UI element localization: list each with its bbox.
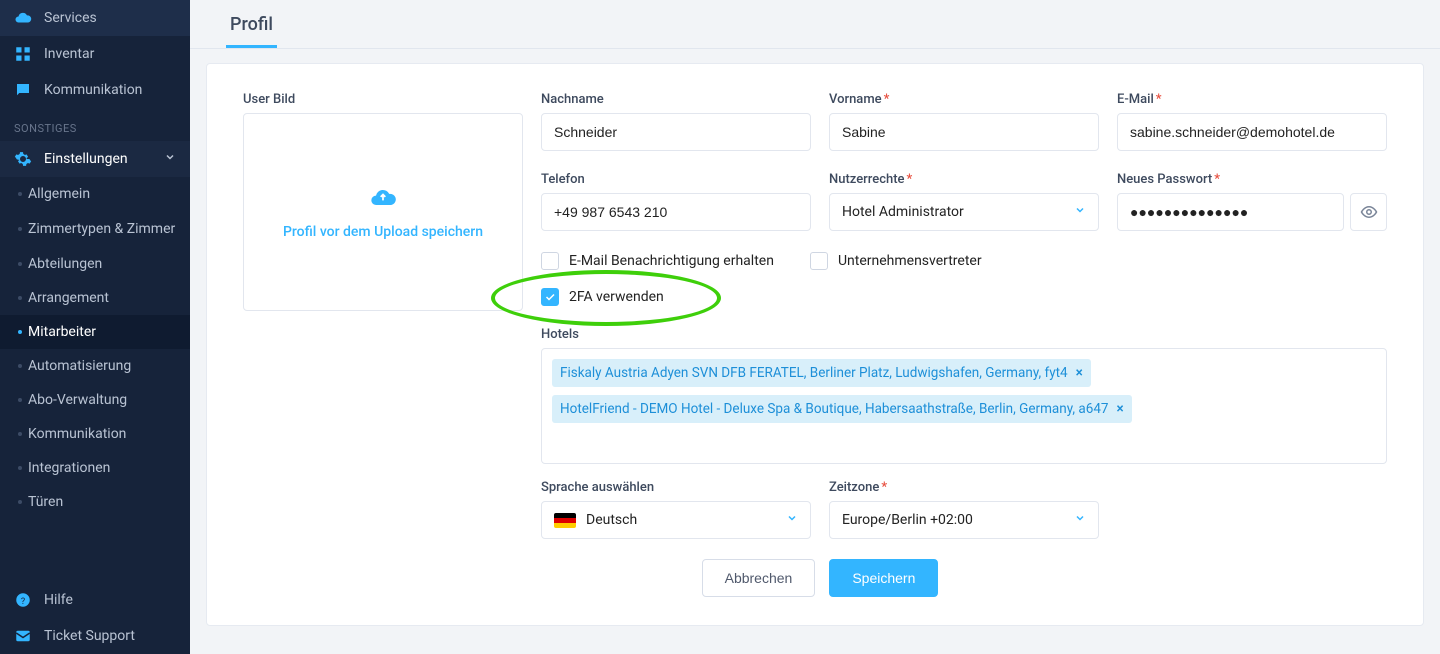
sidebar-item-label: Abteilungen <box>28 256 102 272</box>
chevron-down-icon <box>164 151 176 167</box>
sidebar-item-kommunikation[interactable]: Kommunikation <box>0 72 190 108</box>
sidebar-sub-tueren[interactable]: Türen <box>0 485 190 519</box>
password-input[interactable] <box>1117 193 1344 231</box>
lastname-label: Nachname <box>541 92 811 107</box>
timezone-label: Zeitzone* <box>829 480 1099 495</box>
hotel-tag: Fiskaly Austria Adyen SVN DFB FERATEL, B… <box>552 359 1091 387</box>
user-image-label: User Bild <box>243 92 523 107</box>
sidebar-item-label: Zimmertypen & Zimmer <box>28 220 175 238</box>
sidebar-item-label: Mitarbeiter <box>28 324 96 340</box>
sidebar-sub-kommunikation[interactable]: Kommunikation <box>0 417 190 451</box>
sidebar-item-label: Abo‑Verwaltung <box>28 392 127 408</box>
sidebar-item-label: Allgemein <box>28 186 90 202</box>
gear-icon <box>14 150 32 168</box>
checkbox-label: Unternehmensvertreter <box>838 253 982 269</box>
sidebar-item-label: Hilfe <box>44 592 73 608</box>
rights-label: Nutzerrechte* <box>829 172 1099 187</box>
sidebar-item-label: Integrationen <box>28 460 110 476</box>
email-input[interactable] <box>1117 113 1387 151</box>
cloud-upload-icon <box>369 184 397 216</box>
sidebar-sub-automatisierung[interactable]: Automatisierung <box>0 349 190 383</box>
sidebar-item-hilfe[interactable]: ? Hilfe <box>0 582 190 618</box>
help-icon: ? <box>14 591 32 609</box>
sidebar-item-label: Services <box>44 10 97 26</box>
tab-profil[interactable]: Profil <box>226 8 277 48</box>
sidebar-item-label: Einstellungen <box>44 151 128 167</box>
sidebar-sub-integrationen[interactable]: Integrationen <box>0 451 190 485</box>
cloud-icon <box>14 9 32 27</box>
sidebar-item-label: Kommunikation <box>28 426 126 442</box>
grid-icon <box>14 45 32 63</box>
language-label: Sprache auswählen <box>541 480 811 495</box>
language-value: Deutsch <box>586 512 637 528</box>
sidebar-sub-arrangement[interactable]: Arrangement <box>0 281 190 315</box>
sidebar-item-einstellungen[interactable]: Einstellungen <box>0 141 190 177</box>
sidebar-sub-abo-verwaltung[interactable]: Abo‑Verwaltung <box>0 383 190 417</box>
chevron-down-icon <box>1074 204 1086 220</box>
email-notify-checkbox[interactable]: E-Mail Benachrichtigung erhalten <box>541 252 774 270</box>
upload-hint: Profil vor dem Upload speichern <box>283 224 483 240</box>
hotels-tags-input[interactable]: Fiskaly Austria Adyen SVN DFB FERATEL, B… <box>541 348 1387 464</box>
sidebar-item-label: Inventar <box>44 46 94 62</box>
hotel-tag-label: HotelFriend - DEMO Hotel - Deluxe Spa & … <box>560 401 1109 417</box>
lastname-input[interactable] <box>541 113 811 151</box>
timezone-select[interactable]: Europe/Berlin +02:00 <box>829 501 1099 539</box>
eye-icon[interactable] <box>1350 193 1387 231</box>
firstname-label: Vorname* <box>829 92 1099 107</box>
save-button[interactable]: Speichern <box>829 559 938 597</box>
checkbox-box <box>541 288 559 306</box>
firstname-input[interactable] <box>829 113 1099 151</box>
remove-tag-icon[interactable]: × <box>1076 365 1083 381</box>
phone-input[interactable] <box>541 193 811 231</box>
sidebar-item-services[interactable]: Services <box>0 0 190 36</box>
sidebar-sub-mitarbeiter[interactable]: Mitarbeiter <box>0 315 190 349</box>
sidebar-item-label: Türen <box>28 494 63 510</box>
checkbox-label: 2FA verwenden <box>569 289 664 305</box>
hotel-tag-label: Fiskaly Austria Adyen SVN DFB FERATEL, B… <box>560 365 1068 381</box>
checkbox-label: E-Mail Benachrichtigung erhalten <box>569 253 774 269</box>
sidebar-item-label: Arrangement <box>28 290 109 306</box>
email-label: E-Mail* <box>1117 92 1387 107</box>
rights-select[interactable]: Hotel Administrator <box>829 193 1099 231</box>
hotels-label: Hotels <box>541 327 1387 342</box>
cancel-button[interactable]: Abbrechen <box>702 559 816 597</box>
sidebar-item-label: Kommunikation <box>44 82 142 98</box>
language-select[interactable]: Deutsch <box>541 501 811 539</box>
sidebar-item-label: Ticket Support <box>44 628 135 644</box>
chevron-down-icon <box>786 512 798 528</box>
use-2fa-checkbox[interactable]: 2FA verwenden <box>541 288 664 306</box>
sidebar-sub-abteilungen[interactable]: Abteilungen <box>0 247 190 281</box>
hotel-tag: HotelFriend - DEMO Hotel - Deluxe Spa & … <box>552 395 1132 423</box>
sidebar: Services Inventar Kommunikation SONSTIGE… <box>0 0 190 654</box>
chat-icon <box>14 81 32 99</box>
sidebar-sub-allgemein[interactable]: Allgemein <box>0 177 190 211</box>
password-label: Neues Passwort* <box>1117 172 1387 187</box>
phone-label: Telefon <box>541 172 811 187</box>
sidebar-sub-zimmertypen[interactable]: Zimmertypen & Zimmer <box>0 211 190 247</box>
svg-text:?: ? <box>21 597 25 607</box>
user-image-upload[interactable]: Profil vor dem Upload speichern <box>243 113 523 311</box>
main-content: Profil User Bild Profil vor dem Upload s… <box>190 0 1440 654</box>
profile-form-card: User Bild Profil vor dem Upload speicher… <box>206 63 1424 626</box>
rights-value: Hotel Administrator <box>842 204 964 220</box>
sidebar-item-label: Automatisierung <box>28 358 131 374</box>
remove-tag-icon[interactable]: × <box>1117 401 1124 417</box>
timezone-value: Europe/Berlin +02:00 <box>842 512 973 528</box>
flag-germany-icon <box>554 513 576 528</box>
company-rep-checkbox[interactable]: Unternehmensvertreter <box>810 252 982 270</box>
sidebar-item-ticket-support[interactable]: Ticket Support <box>0 618 190 654</box>
sidebar-item-inventar[interactable]: Inventar <box>0 36 190 72</box>
sidebar-section-sonstiges: SONSTIGES <box>0 108 190 141</box>
checkbox-box <box>541 252 559 270</box>
chevron-down-icon <box>1074 512 1086 528</box>
ticket-icon <box>14 627 32 645</box>
checkbox-box <box>810 252 828 270</box>
